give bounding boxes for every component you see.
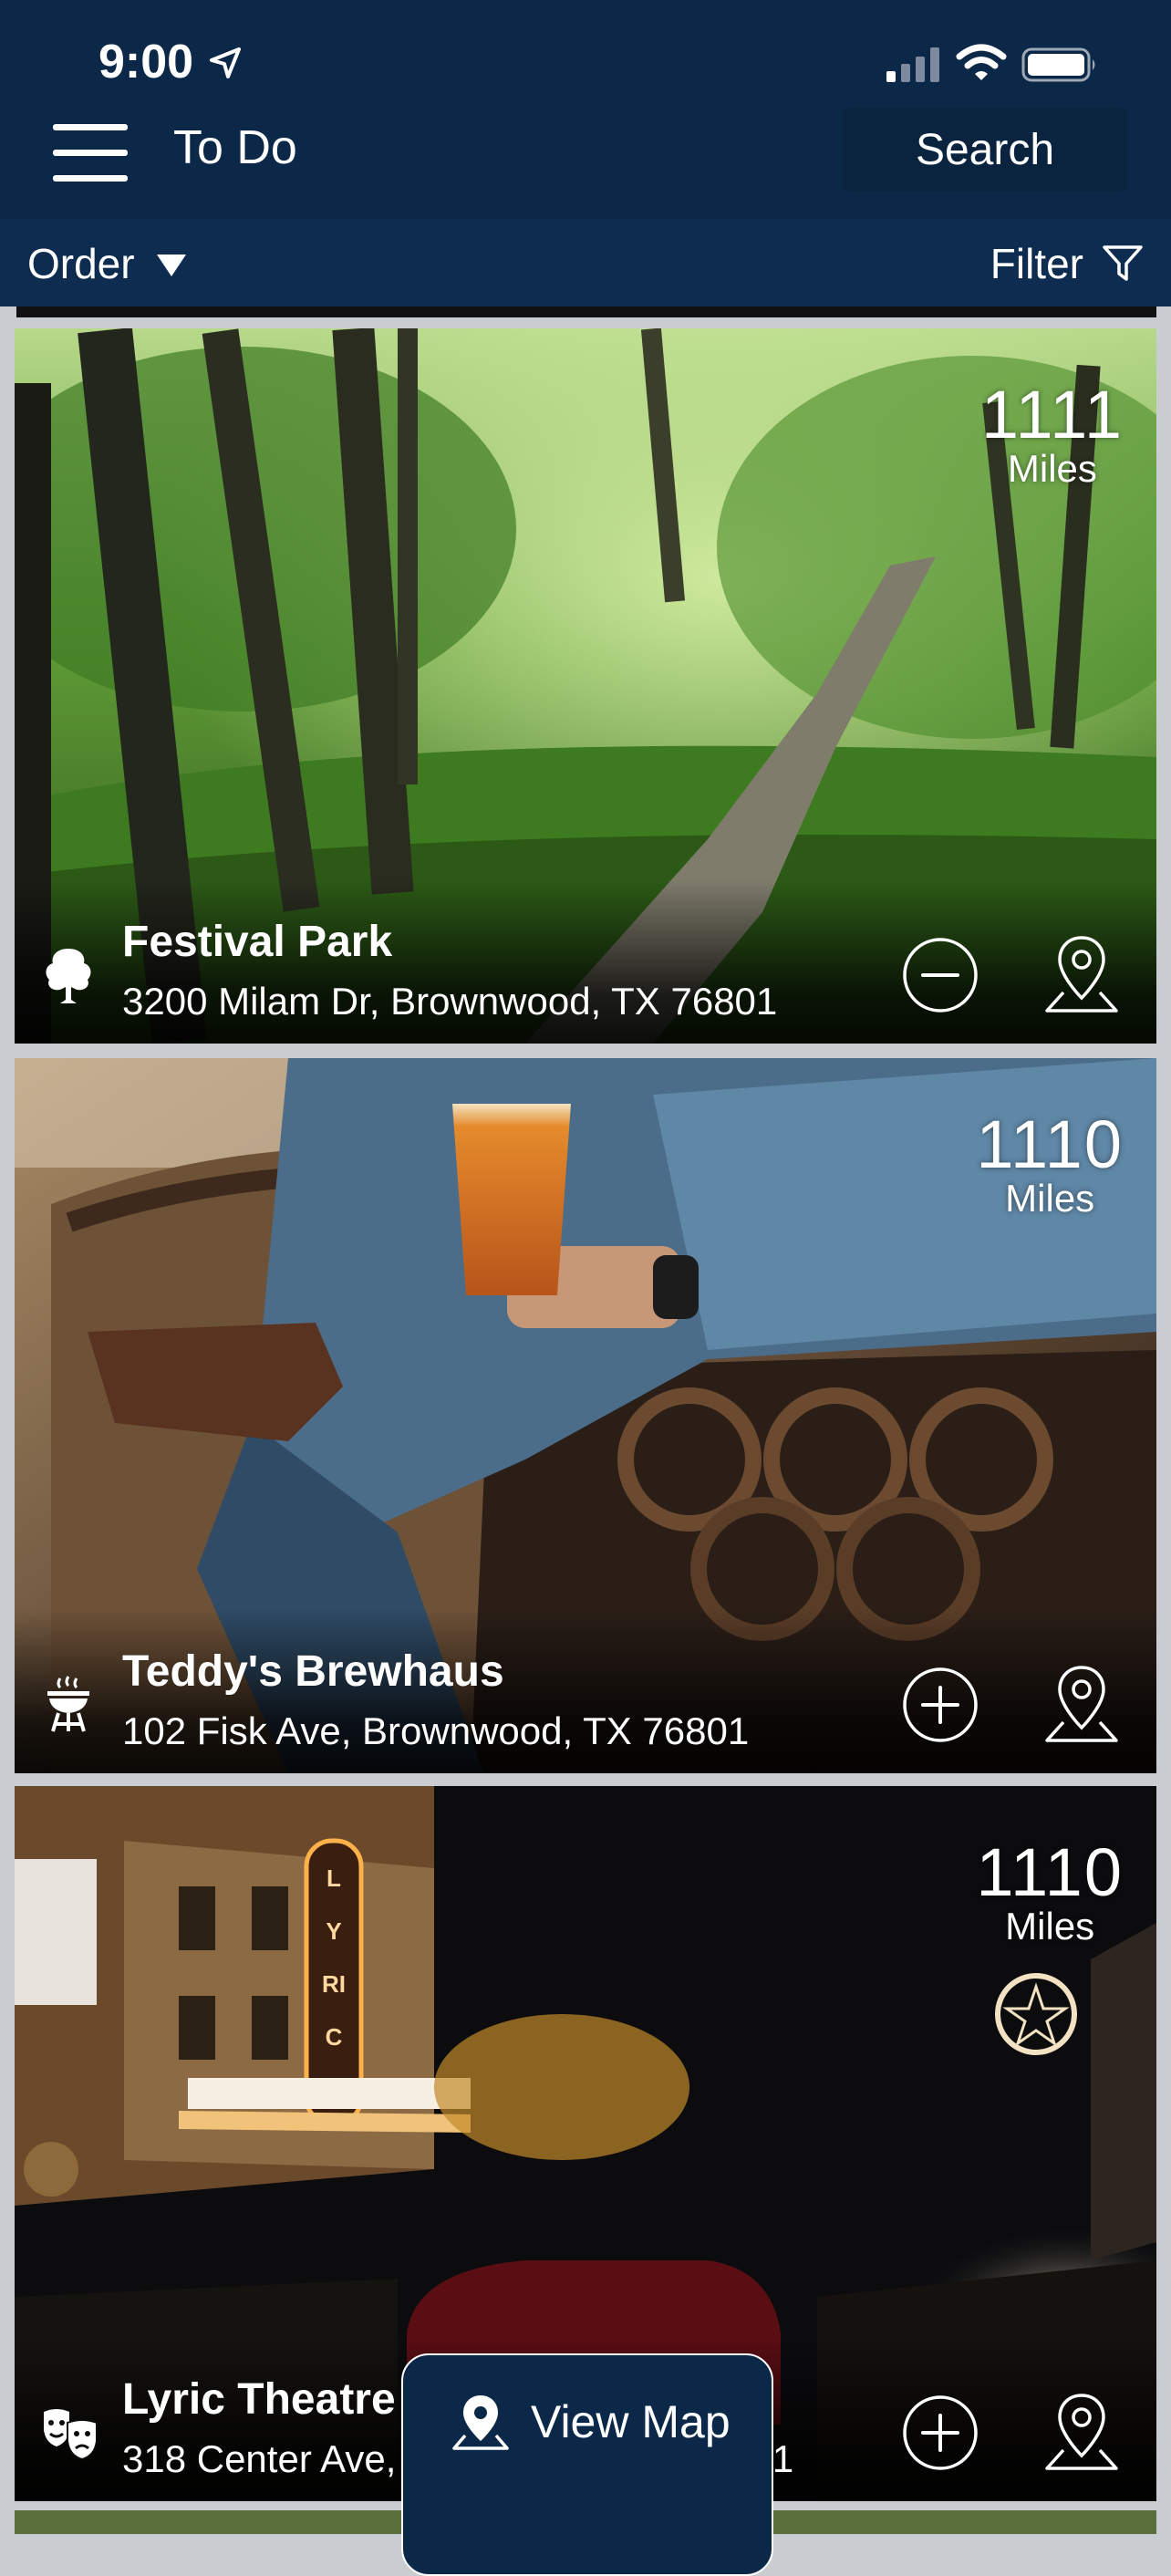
minus-circle-icon[interactable] [901,936,979,1014]
distance-readout: 1110 Miles [976,1839,1124,1947]
distance-readout: 1111 Miles [981,381,1124,489]
app-header: 9:00 To Do Search [0,0,1171,219]
distance-unit: Miles [1007,447,1097,490]
menu-line [53,175,128,182]
menu-line [53,124,128,130]
place-card[interactable]: 1111 Miles Festival Park 3200 Milam Dr, … [15,328,1156,1044]
list-top-edge [16,306,1156,317]
plus-circle-icon[interactable] [901,2394,979,2472]
cellular-signal-icon [886,47,939,82]
place-card[interactable]: 1110 Miles Teddy's Brewhaus 102 Fisk Ave… [15,1058,1156,1773]
tree-icon [46,949,91,1003]
map-pin-icon [452,2395,509,2450]
place-address: 3200 Milam Dr, Brownwood, TX 76801 [122,980,778,1023]
search-button[interactable]: Search [843,108,1127,192]
filter-button[interactable]: Filter [990,239,1144,288]
map-pin-icon[interactable] [1043,932,1120,1016]
order-label: Order [27,240,135,287]
status-bar: 9:00 [0,0,1171,109]
caret-down-icon [156,254,186,276]
map-pin-icon[interactable] [1043,2390,1120,2474]
lyric-marquee-sign: LYRIC [322,1864,346,2051]
distance-value: 1111 [980,377,1124,452]
sort-filter-bar: Order Filter [0,219,1171,306]
hamburger-menu-button[interactable] [53,124,131,182]
distance-value: 1110 [976,1834,1124,1910]
page-title: To Do [173,121,297,174]
filter-label: Filter [990,240,1083,287]
grill-icon [47,1676,89,1732]
distance-unit: Miles [1005,1177,1095,1220]
plus-circle-icon[interactable] [901,1666,979,1744]
place-name: Teddy's Brewhaus [122,1647,504,1696]
distance-unit: Miles [1005,1905,1095,1948]
battery-icon [1021,47,1095,82]
location-arrow-icon [210,47,241,78]
view-map-button[interactable]: View Map [401,2353,773,2576]
filter-funnel-icon [1103,245,1143,281]
theater-masks-icon [44,2409,98,2461]
view-map-label: View Map [531,2396,731,2447]
view-map-content: View Map [451,2392,731,2452]
place-name: Lyric Theatre [122,2375,396,2424]
distance-readout: 1110 Miles [976,1111,1124,1219]
place-address: 102 Fisk Ave, Brownwood, TX 76801 [122,1709,750,1752]
status-time: 9:00 [98,36,194,88]
place-name: Festival Park [122,918,393,966]
menu-line [53,150,128,156]
map-pin-icon[interactable] [1043,1662,1120,1746]
order-dropdown[interactable]: Order [27,239,188,288]
wifi-icon [956,44,1007,80]
distance-value: 1110 [976,1106,1124,1182]
